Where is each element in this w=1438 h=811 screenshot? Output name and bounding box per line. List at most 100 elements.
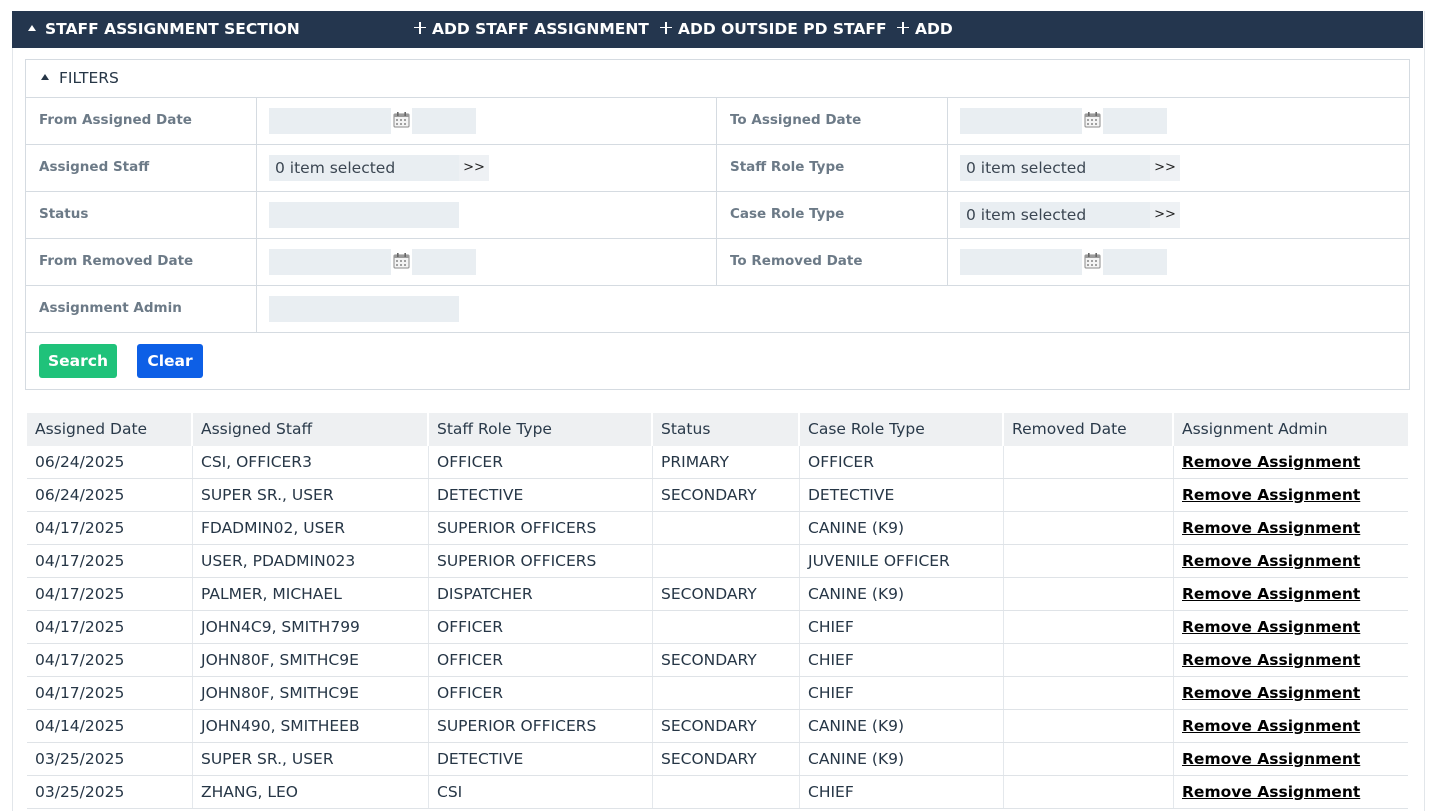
cell-assigned-date: 04/14/2025	[35, 717, 125, 735]
plus-icon	[414, 21, 426, 34]
remove-assignment-link[interactable]: Remove Assignment	[1182, 651, 1360, 669]
remove-assignment-link[interactable]: Remove Assignment	[1182, 750, 1360, 768]
table-row: 03/25/2025 ZHANG, LEO CSI CHIEF Remove Assig…	[27, 776, 1408, 809]
case-role-type-open-button[interactable]: >>	[1150, 202, 1180, 228]
assignment-admin-input[interactable]	[269, 296, 459, 322]
collapse-triangle-icon	[28, 24, 36, 31]
remove-assignment-link[interactable]: Remove Assignment	[1182, 486, 1360, 504]
cell-staff-role-type: OFFICER	[437, 453, 503, 471]
cell-assignment-admin: Remove Assignment	[1174, 644, 1408, 676]
cell-case-role-type: CHIEF	[808, 651, 854, 669]
calendar-icon[interactable]	[393, 252, 410, 269]
remove-assignment-link[interactable]: Remove Assignment	[1182, 717, 1360, 735]
remove-assignment-link[interactable]: Remove Assignment	[1182, 585, 1360, 603]
cell-assigned-staff: JOHN80F, SMITHC9E	[201, 651, 359, 669]
staff-role-type-selection[interactable]: 0 item selected	[960, 155, 1150, 181]
calendar-icon[interactable]	[1084, 111, 1101, 128]
cell-assigned-staff: SUPER SR., USER	[201, 486, 334, 504]
to-removed-date-input[interactable]	[960, 249, 1082, 275]
search-button[interactable]: Search	[39, 344, 117, 378]
cell-assigned-staff: USER, PDADMIN023	[201, 552, 356, 570]
cell-assigned-staff: JOHN4C9, SMITH799	[201, 618, 360, 636]
to-removed-time-input[interactable]	[1103, 249, 1167, 275]
cell-assigned-date: 04/17/2025	[35, 651, 125, 669]
remove-assignment-link[interactable]: Remove Assignment	[1182, 684, 1360, 702]
to-assigned-date-input[interactable]	[960, 108, 1082, 134]
col-case-role-type[interactable]: Case Role Type	[800, 413, 1002, 446]
remove-assignment-link[interactable]: Remove Assignment	[1182, 453, 1360, 471]
case-role-type-picker: 0 item selected >>	[960, 202, 1180, 228]
cell-removed-date	[1004, 611, 1172, 643]
cell-removed-date	[1004, 512, 1172, 544]
status-input[interactable]	[269, 202, 459, 228]
cell-case-role-type: CANINE (K9)	[808, 519, 905, 537]
cell-case-role-type: DETECTIVE	[808, 486, 895, 504]
col-assigned-staff[interactable]: Assigned Staff	[193, 413, 427, 446]
col-staff-role-type[interactable]: Staff Role Type	[429, 413, 651, 446]
cell-case-role-type: CANINE (K9)	[808, 717, 905, 735]
cell-assignment-admin: Remove Assignment	[1174, 743, 1408, 775]
collapse-triangle-icon	[41, 73, 49, 80]
cell-removed-date	[1004, 743, 1172, 775]
cell-assignment-admin: Remove Assignment	[1174, 611, 1408, 643]
remove-assignment-link[interactable]: Remove Assignment	[1182, 519, 1360, 537]
to-removed-date-field	[960, 249, 1167, 275]
table-row: 04/14/2025 JOHN490, SMITHEEB SUPERIOR OFFI…	[27, 710, 1408, 743]
remove-assignment-link[interactable]: Remove Assignment	[1182, 618, 1360, 636]
to-removed-date-label: To Removed Date	[730, 253, 863, 269]
staff-role-type-open-button[interactable]: >>	[1150, 155, 1180, 181]
table-row: 04/17/2025 JOHN4C9, SMITH799 OFFICER CHIEF R…	[27, 611, 1408, 644]
from-removed-date-field	[269, 249, 476, 275]
cell-status: PRIMARY	[661, 453, 729, 471]
cell-case-role-type: CHIEF	[808, 618, 854, 636]
assigned-staff-open-button[interactable]: >>	[459, 155, 489, 181]
table-row: 03/25/2025 SUPER SR., USER DETECTIVE SECOND…	[27, 743, 1408, 776]
col-assignment-admin[interactable]: Assignment Admin	[1174, 413, 1408, 446]
calendar-icon[interactable]	[393, 111, 410, 128]
cell-assigned-staff: JOHN490, SMITHEEB	[201, 717, 360, 735]
cell-staff-role-type: CSI	[437, 783, 463, 801]
table-row: 06/24/2025 SUPER SR., USER DETECTIVE SECOND…	[27, 479, 1408, 512]
section-collapse-toggle[interactable]: STAFF ASSIGNMENT SECTION	[28, 11, 300, 48]
from-assigned-date-input[interactable]	[269, 108, 391, 134]
filters-collapse-toggle[interactable]: FILTERS	[41, 60, 119, 97]
cell-assignment-admin: Remove Assignment	[1174, 578, 1408, 610]
cell-assigned-staff: PALMER, MICHAEL	[201, 585, 342, 603]
from-assigned-time-input[interactable]	[412, 108, 476, 134]
assigned-staff-selection[interactable]: 0 item selected	[269, 155, 459, 181]
cell-staff-role-type: DISPATCHER	[437, 585, 533, 603]
cell-staff-role-type: DETECTIVE	[437, 486, 524, 504]
cell-assignment-admin: Remove Assignment	[1174, 710, 1408, 742]
remove-assignment-link[interactable]: Remove Assignment	[1182, 552, 1360, 570]
cell-removed-date	[1004, 644, 1172, 676]
cell-status	[653, 611, 798, 643]
cell-assignment-admin: Remove Assignment	[1174, 479, 1408, 511]
cell-assigned-date: 03/25/2025	[35, 783, 125, 801]
cell-staff-role-type: OFFICER	[437, 684, 503, 702]
cell-removed-date	[1004, 710, 1172, 742]
col-status[interactable]: Status	[653, 413, 798, 446]
from-removed-date-input[interactable]	[269, 249, 391, 275]
add-staff-assignment-label: ADD STAFF ASSIGNMENT	[432, 20, 649, 38]
from-removed-time-input[interactable]	[412, 249, 476, 275]
add-outside-pd-staff-button[interactable]: ADD OUTSIDE PD STAFF	[660, 11, 887, 48]
cell-case-role-type: CHIEF	[808, 783, 854, 801]
filter-row: From Assigned Date To Assigned Date	[26, 98, 1409, 145]
clear-button[interactable]: Clear	[137, 344, 203, 378]
cell-assigned-date: 04/17/2025	[35, 618, 125, 636]
calendar-icon[interactable]	[1084, 252, 1101, 269]
remove-assignment-link[interactable]: Remove Assignment	[1182, 783, 1360, 801]
col-removed-date[interactable]: Removed Date	[1004, 413, 1172, 446]
cell-status: SECONDARY	[661, 486, 757, 504]
add-button[interactable]: ADD	[897, 11, 953, 48]
add-staff-assignment-button[interactable]: ADD STAFF ASSIGNMENT	[414, 11, 649, 48]
status-label: Status	[39, 206, 89, 222]
cell-assignment-admin: Remove Assignment	[1174, 512, 1408, 544]
to-assigned-time-input[interactable]	[1103, 108, 1167, 134]
col-assigned-date[interactable]: Assigned Date	[27, 413, 191, 446]
case-role-type-selection[interactable]: 0 item selected	[960, 202, 1150, 228]
cell-removed-date	[1004, 776, 1172, 808]
cell-staff-role-type: SUPERIOR OFFICERS	[437, 519, 597, 537]
table-row: 04/17/2025 JOHN80F, SMITHC9E OFFICER SECOND…	[27, 644, 1408, 677]
cell-staff-role-type: SUPERIOR OFFICERS	[437, 717, 597, 735]
